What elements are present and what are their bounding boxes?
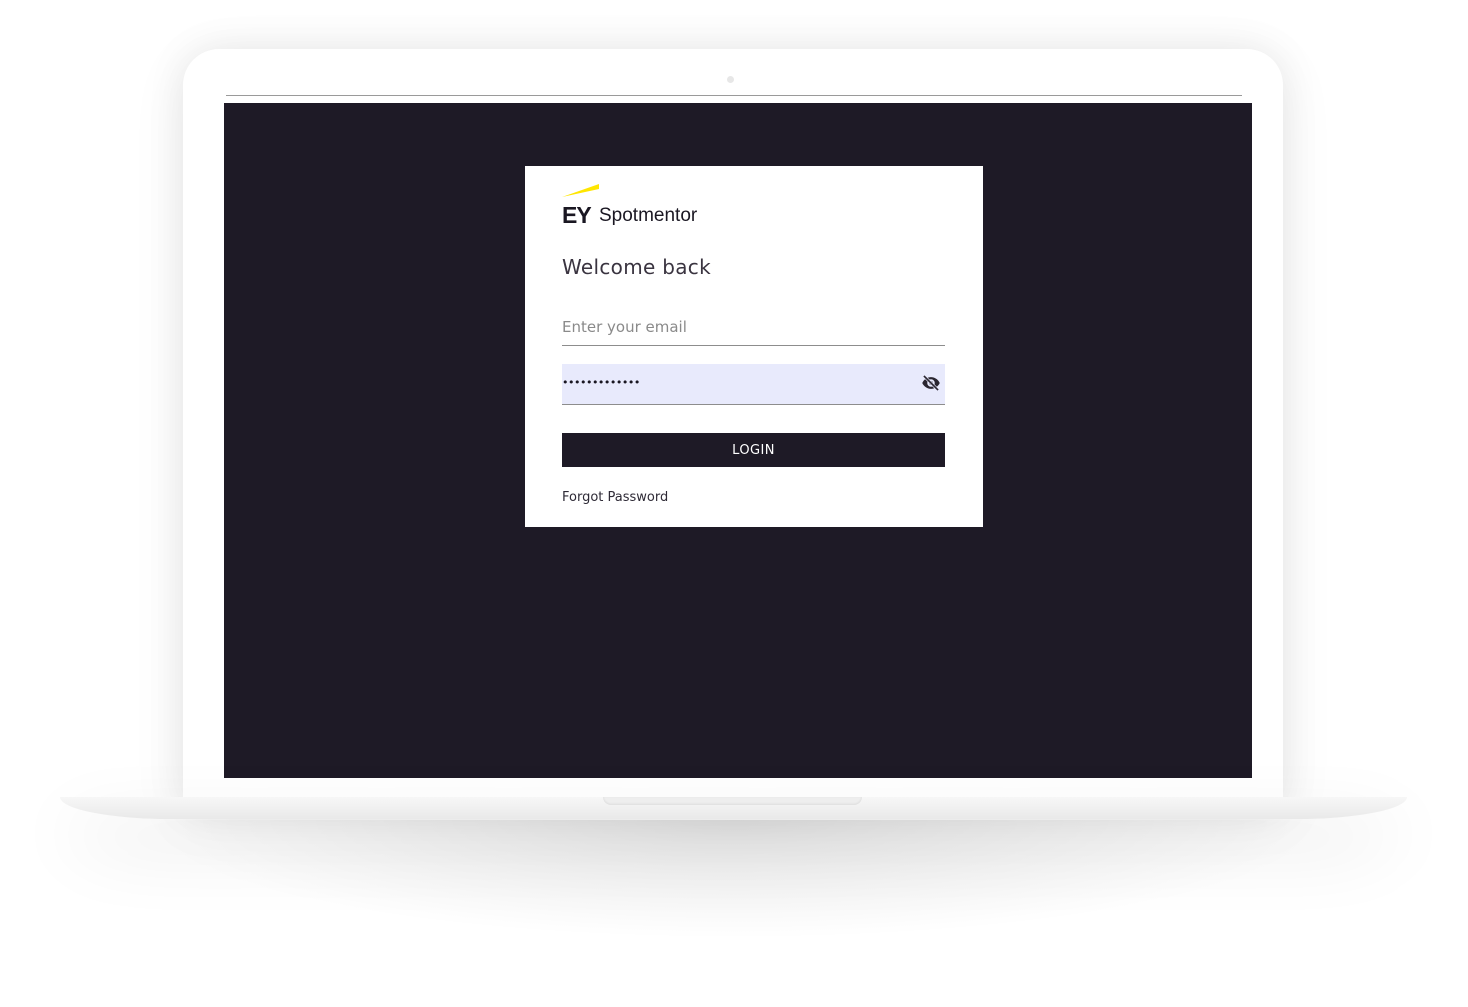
forgot-password-link[interactable]: Forgot Password (562, 490, 668, 505)
laptop-shadow (140, 820, 1330, 940)
welcome-heading: Welcome back (562, 255, 711, 279)
password-field[interactable]: ••••••••••••• (562, 364, 902, 402)
login-card: EY Spotmentor Welcome back •••••••••••••… (525, 166, 983, 527)
camera-dot (727, 76, 734, 83)
login-button[interactable]: LOGIN (562, 433, 945, 467)
laptop-mockup: EY Spotmentor Welcome back •••••••••••••… (0, 0, 1468, 1007)
logo-brand-text: EY (562, 202, 592, 228)
bezel-divider (226, 95, 1242, 96)
password-field-wrapper: ••••••••••••• (562, 364, 945, 405)
laptop-base-notch (603, 797, 862, 805)
email-field[interactable] (562, 309, 945, 346)
logo-product-text: Spotmentor (599, 205, 698, 226)
ey-spotmentor-logo: EY Spotmentor (562, 184, 762, 228)
eye-off-icon[interactable] (921, 373, 941, 393)
ey-beam-icon (562, 184, 599, 197)
